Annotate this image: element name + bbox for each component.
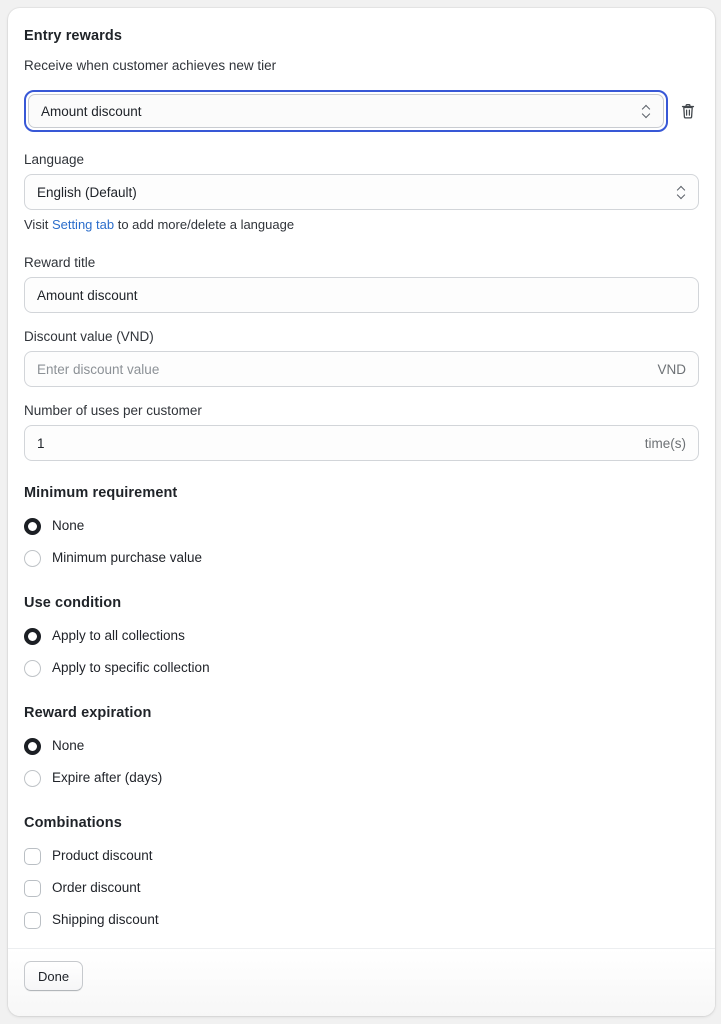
reward-type-focus-ring: Amount discount — [24, 90, 668, 132]
setting-tab-link[interactable]: Setting tab — [52, 217, 114, 232]
use-condition-group: Use condition Apply to all collections A… — [24, 593, 699, 681]
uses-block: Number of uses per customer 1 time(s) — [24, 401, 699, 461]
radio-icon-selected — [24, 627, 41, 645]
combinations-group: Combinations Product discount Order disc… — [24, 813, 699, 933]
minimum-requirement-title: Minimum requirement — [24, 485, 178, 501]
language-hint-prefix: Visit — [24, 217, 52, 232]
checkbox-label: Order discount — [52, 880, 141, 895]
uses-input[interactable]: 1 time(s) — [24, 425, 699, 461]
radio-icon-unselected — [24, 659, 41, 677]
radio-icon-selected — [24, 517, 41, 535]
reward-type-select[interactable]: Amount discount — [28, 94, 664, 128]
page-subtitle: Receive when customer achieves new tier — [24, 58, 277, 73]
radio-expiration-none[interactable]: None — [24, 733, 699, 759]
reward-title-value: Amount discount — [37, 287, 138, 303]
language-hint-suffix: to add more/delete a language — [114, 217, 295, 232]
page-title: Entry rewards — [24, 28, 123, 44]
done-button[interactable]: Done — [24, 961, 84, 991]
language-select[interactable]: English (Default) — [24, 174, 699, 210]
checkbox-icon-unchecked — [24, 879, 41, 897]
discount-value-label: Discount value (VND) — [24, 329, 154, 344]
chevron-updown-icon — [641, 103, 652, 119]
discount-value-placeholder: Enter discount value — [37, 361, 160, 377]
checkbox-icon-unchecked — [24, 847, 41, 865]
discount-value-input[interactable]: Enter discount value VND — [24, 351, 699, 387]
radio-expire-after-days[interactable]: Expire after (days) — [24, 765, 699, 791]
radio-label: None — [52, 738, 85, 753]
checkbox-label: Product discount — [52, 848, 153, 863]
radio-icon-unselected — [24, 549, 41, 567]
reward-title-input[interactable]: Amount discount — [24, 277, 699, 313]
radio-label: Minimum purchase value — [52, 550, 203, 565]
checkbox-product-discount[interactable]: Product discount — [24, 843, 699, 869]
entry-rewards-card: Entry rewards Receive when customer achi… — [8, 8, 715, 1016]
card-body: Entry rewards Receive when customer achi… — [24, 26, 699, 1015]
card-footer: Done — [8, 948, 715, 1016]
radio-icon-selected — [24, 737, 41, 755]
checkbox-order-discount[interactable]: Order discount — [24, 875, 699, 901]
language-value: English (Default) — [37, 184, 137, 200]
use-condition-title: Use condition — [24, 595, 122, 611]
checkbox-icon-unchecked — [24, 911, 41, 929]
language-hint: Visit Setting tab to add more/delete a l… — [24, 215, 699, 235]
chevron-updown-icon — [676, 184, 687, 200]
radio-apply-specific-collection[interactable]: Apply to specific collection — [24, 655, 699, 681]
discount-value-suffix: VND — [657, 361, 686, 377]
reward-expiration-title: Reward expiration — [24, 705, 152, 721]
radio-label: Apply to specific collection — [52, 660, 210, 675]
radio-minimum-none[interactable]: None — [24, 513, 699, 539]
language-block: Language English (Default) Visit Setting… — [24, 150, 699, 235]
checkbox-label: Shipping discount — [52, 912, 159, 927]
radio-apply-all-collections[interactable]: Apply to all collections — [24, 623, 699, 649]
radio-icon-unselected — [24, 769, 41, 787]
radio-label: Apply to all collections — [52, 628, 185, 643]
radio-label: Expire after (days) — [52, 770, 163, 785]
minimum-requirement-group: Minimum requirement None Minimum purchas… — [24, 483, 699, 571]
discount-value-block: Discount value (VND) Enter discount valu… — [24, 327, 699, 387]
reward-type-row: Amount discount — [24, 90, 699, 132]
delete-reward-button[interactable] — [677, 99, 699, 123]
radio-label: None — [52, 518, 85, 533]
checkbox-shipping-discount[interactable]: Shipping discount — [24, 907, 699, 933]
uses-label: Number of uses per customer — [24, 403, 202, 418]
trash-icon — [681, 103, 695, 119]
reward-expiration-group: Reward expiration None Expire after (day… — [24, 703, 699, 791]
language-label: Language — [24, 152, 85, 167]
page-background: Entry rewards Receive when customer achi… — [0, 0, 721, 1024]
uses-suffix: time(s) — [644, 435, 686, 451]
reward-type-value: Amount discount — [41, 103, 142, 119]
radio-minimum-purchase-value[interactable]: Minimum purchase value — [24, 545, 699, 571]
combinations-title: Combinations — [24, 815, 122, 831]
uses-value: 1 — [37, 435, 45, 451]
reward-title-label: Reward title — [24, 255, 96, 270]
reward-title-block: Reward title Amount discount — [24, 253, 699, 313]
